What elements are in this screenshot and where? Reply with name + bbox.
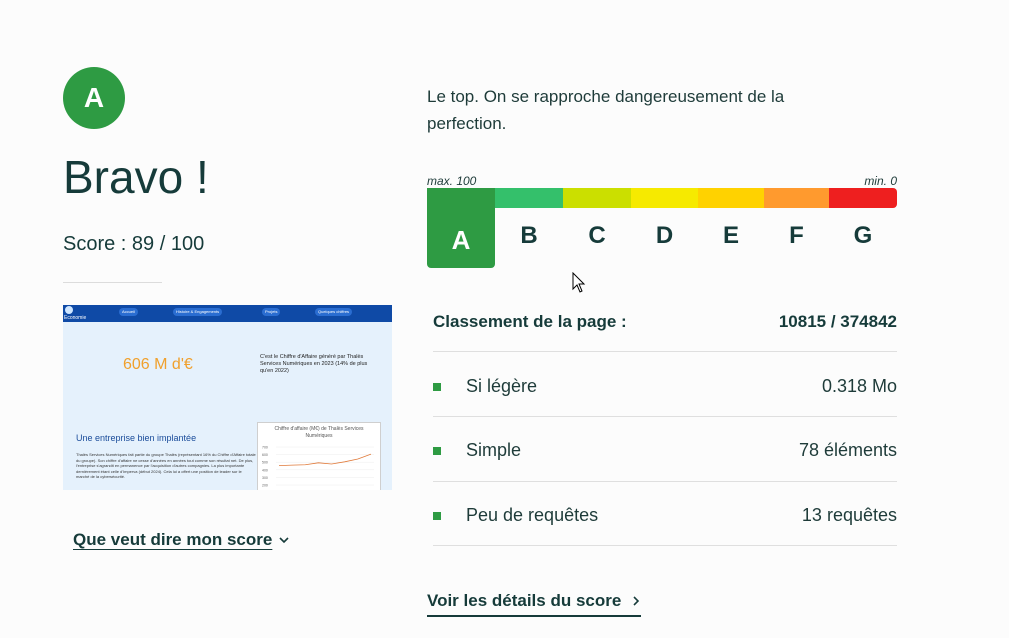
ranking-value: 10815 / 374842: [778, 312, 897, 331]
thumbnail-logo-text: Economie: [64, 315, 87, 321]
thumbnail-nav-item: Projets: [262, 308, 281, 316]
ranking-row: Classement de la page : 10815 / 374842: [433, 312, 897, 332]
grade-letter-c: C: [588, 222, 606, 249]
thumbnail-chart-line: [278, 453, 372, 467]
bullet-icon: [433, 446, 441, 455]
scale-min-label: min. 0: [864, 174, 897, 188]
metric-value: 0.318 Mo: [821, 376, 897, 396]
active-grade-marker: A: [427, 188, 495, 268]
grade-letter-b: B: [520, 222, 538, 249]
grade-segment-f: [764, 188, 829, 208]
thumbnail-description: C'est le Chiffre d'Affaire généré par Th…: [260, 354, 368, 374]
grade-segment-c: [563, 188, 631, 208]
thumbnail-chart-tick: 600: [262, 453, 268, 457]
grade-letter-d: D: [655, 222, 674, 249]
details-link-label: Voir les détails du score: [427, 591, 622, 610]
divider: [433, 545, 897, 546]
metric-label: Si légère: [466, 376, 538, 396]
thumbnail-chart-tick: 200: [262, 484, 268, 488]
grade-segment-b: [495, 188, 563, 208]
thumbnail-nav-item: Histoire & Engagements: [173, 308, 223, 316]
metric-row-requests: Peu de requêtes 13 requêtes: [433, 505, 897, 526]
scale-max-label: max. 100: [427, 174, 477, 188]
thumbnail-navbar: Economie Accueil Histoire & Engagements …: [63, 305, 392, 322]
ranking-label: Classement de la page :: [433, 312, 627, 331]
divider: [433, 351, 897, 352]
grade-letter-f: F: [789, 222, 804, 249]
divider: [433, 416, 897, 417]
page-thumbnail: Economie Accueil Histoire & Engagements …: [63, 305, 392, 490]
metric-value: 78 éléments: [798, 440, 897, 460]
headline: Bravo !: [63, 151, 209, 203]
thumbnail-nav-item: Accueil: [119, 308, 138, 316]
thumbnail-amount: 606 M d'€: [123, 356, 193, 373]
bullet-icon: [433, 382, 441, 391]
thumbnail-chart-plot: 700 600 500 400 300 200: [262, 446, 374, 488]
thumbnail-nav-item: Quelques chiffres: [315, 308, 353, 316]
score-link-label: Que veut dire mon score: [73, 530, 273, 549]
divider: [63, 282, 162, 283]
grade-description: Le top. On se rapproche dangereusement d…: [427, 87, 785, 133]
thumbnail-chart-tick: 500: [262, 461, 268, 465]
grade-segment-d: [631, 188, 698, 208]
divider: [433, 481, 897, 482]
score-text: Score : 89 / 100: [63, 233, 205, 255]
thumbnail-chart-tick: 300: [262, 476, 268, 480]
thumbnail-chart-tick: 400: [262, 468, 268, 472]
grade-letter-g: G: [853, 222, 873, 249]
bullet-icon: [433, 511, 441, 520]
grade-scale-bar: [427, 188, 897, 208]
metric-row-weight: Si légère 0.318 Mo: [433, 376, 897, 397]
thumbnail-paragraph: Thalès Services Numériques fait partie d…: [76, 452, 256, 479]
grade-letter-e: E: [722, 222, 739, 249]
metric-label: Simple: [466, 440, 522, 460]
score-details-link[interactable]: Voir les détails du score: [427, 591, 642, 617]
score-explanation-link[interactable]: Que veut dire mon score: [73, 530, 290, 550]
mouse-cursor-icon: [572, 272, 586, 293]
thumbnail-logo-icon: [65, 306, 73, 314]
chevron-right-icon: [633, 596, 640, 606]
thumbnail-chart-tick: 700: [262, 446, 268, 450]
metric-row-elements: Simple 78 éléments: [433, 440, 897, 461]
chevron-down-icon: [279, 537, 289, 544]
grade-badge: A: [63, 67, 125, 129]
grade-segment-g: [829, 188, 897, 208]
metric-value: 13 requêtes: [801, 505, 897, 525]
thumbnail-section-title: Une entreprise bien implantée: [76, 433, 197, 443]
thumbnail-chart: Chiffre d'affaire (M€) de Thalès Service…: [257, 422, 381, 490]
metric-label: Peu de requêtes: [466, 505, 599, 525]
grade-segment-e: [698, 188, 764, 208]
